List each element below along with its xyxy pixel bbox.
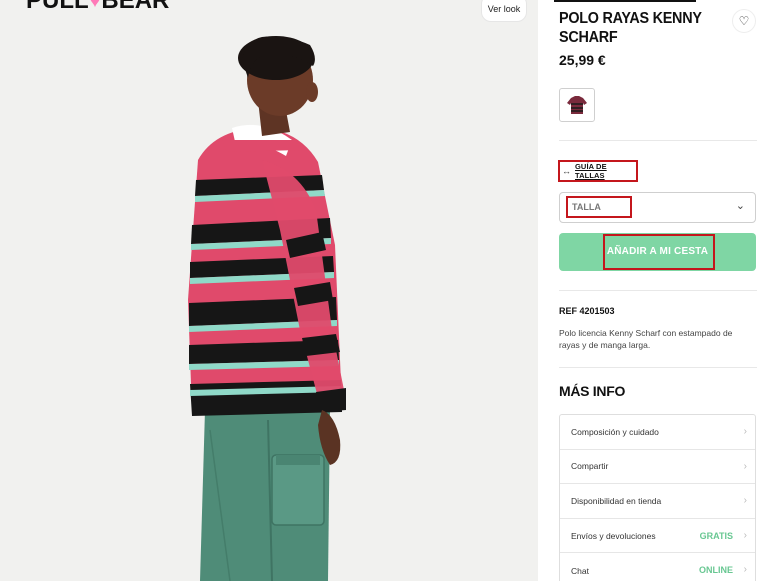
striped-polo [188,124,346,416]
accordion-share[interactable]: Compartir › [560,450,755,485]
color-swatch[interactable] [559,88,595,122]
model-photo [188,36,346,581]
model-head [238,36,318,136]
add-to-cart-label: AÑADIR A MI CESTA [606,246,709,257]
chevron-right-icon: › [743,495,747,507]
product-ref: REF 4201503 [559,306,615,316]
accordion-label: Envíos y devoluciones [571,530,656,541]
heart-icon: ♡ [738,14,750,28]
product-info-panel: POLO RAYAS KENNY SCHARF 25,99 € ♡ ↔ GUÍA… [538,0,768,581]
size-select[interactable]: TALLA ⌄ [559,192,756,223]
accordion-composition[interactable]: Composición y cuidado › [560,415,755,450]
accordion-label: Chat [571,565,589,576]
pants [200,410,330,581]
chevron-right-icon: › [743,564,747,576]
divider [559,290,757,291]
swatch-thumbnail [567,96,587,114]
accordion-label: Disponibilidad en tienda [571,495,662,506]
panel-top-border [554,0,696,2]
accordion-label: Compartir [571,461,609,472]
accordion-shipping-returns[interactable]: Envíos y devoluciones GRATIS › [560,519,755,554]
size-select-placeholder: TALLA [572,202,601,212]
wishlist-button[interactable]: ♡ [732,9,756,33]
product-description: Polo licencia Kenny Scharf con estampado… [559,328,733,350]
more-info-accordion: Composición y cuidado › Compartir › Disp… [559,414,756,581]
add-to-cart-button[interactable]: AÑADIR A MI CESTA [559,233,756,271]
accordion-label: Composición y cuidado [571,426,659,437]
chevron-right-icon: › [743,529,747,541]
chevron-right-icon: › [743,426,747,437]
accordion-chat[interactable]: Chat ONLINE › [560,553,755,581]
product-title: POLO RAYAS KENNY SCHARF [559,10,702,46]
size-guide-link[interactable]: ↔ GUÍA DE TALLAS [558,160,638,182]
product-price: 25,99 € [559,52,606,68]
ruler-icon: ↔ [562,166,571,176]
divider [559,367,757,368]
size-guide-label: GUÍA DE TALLAS [575,162,607,180]
free-badge: GRATIS [699,530,733,541]
accordion-store-availability[interactable]: Disponibilidad en tienda › [560,484,755,519]
product-image[interactable]: PULL ♥ BEAR Ver look [0,0,538,581]
online-badge: ONLINE [698,565,733,576]
chevron-down-icon: ⌄ [735,200,745,212]
chevron-right-icon: › [743,460,747,472]
divider [559,140,757,141]
more-info-heading: MÁS INFO [559,383,626,399]
